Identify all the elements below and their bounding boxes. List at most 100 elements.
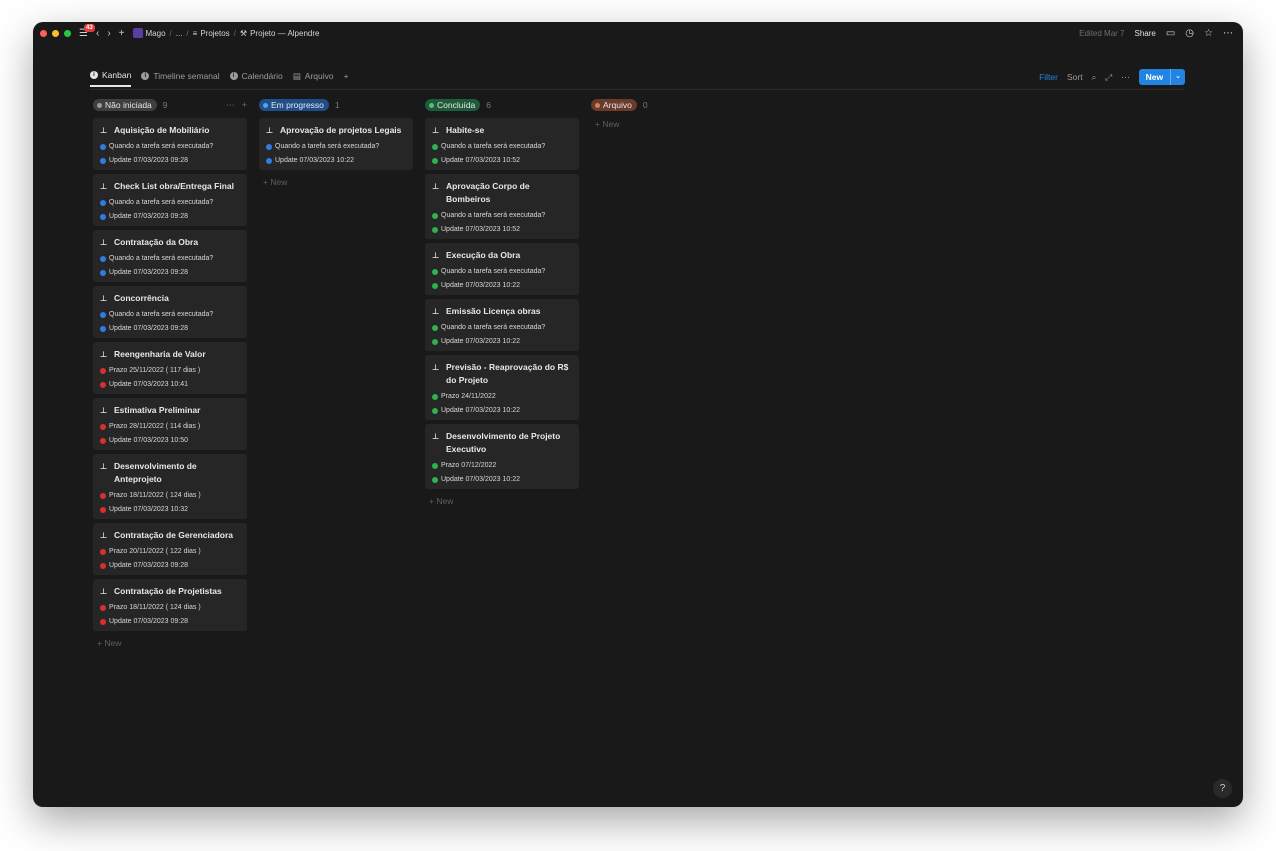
task-card[interactable]: ⊥ Reengenharia de Valor Prazo 25/11/2022 (… xyxy=(93,342,247,394)
status-dot-icon xyxy=(100,423,106,430)
add-new-card-button[interactable]: + New xyxy=(93,638,247,648)
card-property: Quando a tarefa será executada? xyxy=(100,142,241,151)
status-dot-icon xyxy=(100,548,106,555)
task-card[interactable]: ⊥ Emissão Licença obras Quando a tarefa se… xyxy=(425,299,579,351)
tab-kanban[interactable]: i Kanban xyxy=(90,70,132,87)
card-title: ⊥ Desenvolvimento de Projeto Executivo xyxy=(432,431,561,454)
status-badge[interactable]: Não iniciada xyxy=(93,99,157,111)
back-icon[interactable]: ‹ xyxy=(96,28,99,39)
breadcrumb-current-page[interactable]: ⚒ Projeto — Alpendre xyxy=(240,29,320,38)
status-badge[interactable]: Arquivo xyxy=(591,99,637,111)
star-icon[interactable]: ☆ xyxy=(1204,28,1213,39)
add-new-card-button[interactable]: + New xyxy=(259,177,413,187)
column-count: 9 xyxy=(162,100,168,110)
task-card[interactable]: ⊥ Concorrência Quando a tarefa será execut… xyxy=(93,286,247,338)
more-icon[interactable]: ⋯ xyxy=(1223,28,1233,39)
status-badge[interactable]: Concluída xyxy=(425,99,481,111)
task-card[interactable]: ⊥ Check List obra/Entrega Final Quando a t… xyxy=(93,174,247,226)
clock-icon[interactable]: ◷ xyxy=(1185,28,1194,39)
pin-icon: ⊥ xyxy=(100,531,108,540)
card-property: Quando a tarefa será executada? xyxy=(432,323,573,332)
comments-icon[interactable]: ▭ xyxy=(1166,28,1175,39)
kanban-column: Não iniciada 9 ⋯ + ⊥ Aquisição de Mobiliário Q… xyxy=(93,98,247,648)
status-badge[interactable]: Em progresso xyxy=(259,99,329,111)
task-card[interactable]: ⊥ Habite-se Quando a tarefa será executada… xyxy=(425,118,579,170)
card-property: Prazo 25/11/2022 ( 117 dias ) xyxy=(100,366,241,375)
card-property: Prazo 28/11/2022 ( 114 dias ) xyxy=(100,422,241,431)
new-button[interactable]: New ⌄ xyxy=(1138,69,1185,85)
task-card[interactable]: ⊥ Previsão - Reaprovação do R$ do Projeto… xyxy=(425,355,579,420)
minimize-window-button[interactable] xyxy=(52,29,59,37)
status-dot-icon xyxy=(266,157,272,164)
status-dot-icon xyxy=(429,102,434,108)
view-tabs: i Kanban i Timeline semanal i Calendário ▤ A… xyxy=(90,70,349,87)
column-actions: ⋯ + xyxy=(226,100,247,111)
pin-icon: ⊥ xyxy=(432,126,440,135)
card-property: Prazo 20/11/2022 ( 122 dias ) xyxy=(100,547,241,556)
status-dot-icon xyxy=(432,212,438,219)
chevron-down-icon[interactable]: ⌄ xyxy=(1170,69,1185,85)
edited-timestamp: Edited Mar 7 xyxy=(1079,28,1125,38)
expand-icon[interactable]: ⤢ xyxy=(1105,72,1112,83)
sidebar-toggle[interactable]: ☰ 43 xyxy=(79,23,95,39)
pin-icon: ⊥ xyxy=(432,182,440,191)
tab-calendario[interactable]: i Calendário xyxy=(229,70,283,87)
status-dot-icon xyxy=(432,476,438,483)
help-button[interactable]: ? xyxy=(1213,779,1232,798)
status-dot-icon xyxy=(100,269,106,276)
status-dot-icon xyxy=(100,143,106,150)
card-title: ⊥ Aprovação Corpo de Bombeiros xyxy=(432,181,530,204)
card-title: ⊥ Reengenharia de Valor xyxy=(100,349,206,359)
status-dot-icon xyxy=(266,143,272,150)
zoom-window-button[interactable] xyxy=(64,29,71,37)
breadcrumb-projetos[interactable]: ≡ Projetos xyxy=(193,29,230,38)
card-title: ⊥ Contratação de Projetistas xyxy=(100,586,222,596)
task-card[interactable]: ⊥ Execução da Obra Quando a tarefa será ex… xyxy=(425,243,579,295)
close-window-button[interactable] xyxy=(40,29,47,37)
add-new-card-button[interactable]: + New xyxy=(425,496,579,506)
nav-controls: ☰ 43 ‹ › + xyxy=(79,23,125,39)
breadcrumb-mago[interactable]: Mago xyxy=(132,28,166,38)
forward-icon[interactable]: › xyxy=(107,28,110,39)
card-property: Update 07/03/2023 10:22 xyxy=(432,475,573,484)
card-property: Update 07/03/2023 10:41 xyxy=(100,380,241,389)
column-header: Arquivo 0 xyxy=(591,98,745,112)
tab-arquivo[interactable]: ▤ Arquivo xyxy=(293,70,334,87)
card-title: ⊥ Contratação de Gerenciadora xyxy=(100,530,234,540)
plus-icon[interactable]: + xyxy=(242,100,247,111)
card-property: Prazo 18/11/2022 ( 124 dias ) xyxy=(100,491,241,500)
card-property: Update 07/03/2023 10:50 xyxy=(100,436,241,445)
task-card[interactable]: ⊥ Estimativa Preliminar Prazo 28/11/2022 (… xyxy=(93,398,247,450)
search-icon[interactable]: ⌕ xyxy=(1092,72,1097,83)
card-property: Update 07/03/2023 09:28 xyxy=(100,156,241,165)
more-icon[interactable]: ⋯ xyxy=(226,100,235,111)
more-icon[interactable]: ⋯ xyxy=(1121,72,1130,83)
add-new-card-button[interactable]: + New xyxy=(591,119,745,129)
add-page-icon[interactable]: + xyxy=(119,28,125,39)
title-bar: ☰ 43 ‹ › + Mago / ... / ≡ Projetos / ⚒ Pro… xyxy=(33,22,1243,44)
filter-button[interactable]: Filter xyxy=(1039,72,1058,82)
task-card[interactable]: ⊥ Contratação de Gerenciadora Prazo 20/11/… xyxy=(93,523,247,575)
status-dot-icon xyxy=(432,226,438,233)
kanban-column: Em progresso 1 ⊥ Aprovação de projetos Lega… xyxy=(259,98,413,187)
task-card[interactable]: ⊥ Aquisição de Mobiliário Quando a tarefa … xyxy=(93,118,247,170)
pin-icon: ⊥ xyxy=(432,251,440,260)
tab-timeline-semanal[interactable]: i Timeline semanal xyxy=(141,70,220,87)
add-view-button[interactable]: + xyxy=(344,70,349,87)
task-card[interactable]: ⊥ Desenvolvimento de Anteprojeto Prazo 18/… xyxy=(93,454,247,519)
column-count: 0 xyxy=(642,100,648,110)
status-dot-icon xyxy=(432,268,438,275)
task-card[interactable]: ⊥ Desenvolvimento de Projeto Executivo Pra… xyxy=(425,424,579,489)
task-card[interactable]: ⊥ Aprovação de projetos Legais Quando a ta… xyxy=(259,118,413,170)
breadcrumb-ellipsis[interactable]: ... xyxy=(176,29,183,38)
task-card[interactable]: ⊥ Contratação de Projetistas Prazo 18/11/2… xyxy=(93,579,247,631)
task-card[interactable]: ⊥ Aprovação Corpo de Bombeiros Quando a ta… xyxy=(425,174,579,239)
task-card[interactable]: ⊥ Contratação da Obra Quando a tarefa será… xyxy=(93,230,247,282)
sort-button[interactable]: Sort xyxy=(1067,72,1083,82)
card-property: Update 07/03/2023 10:22 xyxy=(266,156,407,165)
share-button[interactable]: Share xyxy=(1134,29,1155,38)
status-dot-icon xyxy=(100,255,106,262)
status-dot-icon xyxy=(100,437,106,444)
status-dot-icon xyxy=(97,102,102,108)
archive-icon: ▤ xyxy=(292,70,301,81)
